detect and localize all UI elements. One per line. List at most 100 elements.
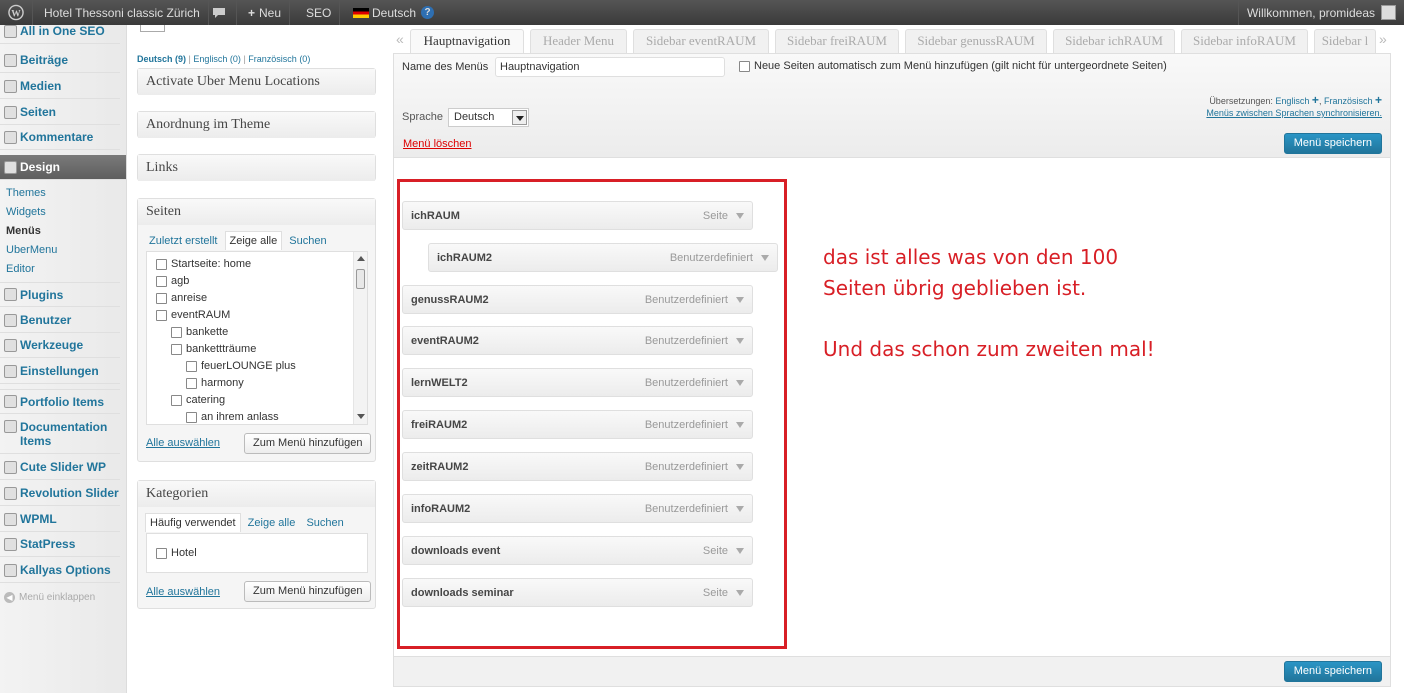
tab-zeige-alle[interactable]: Zeige alle (244, 514, 300, 532)
add-icon[interactable]: + (1312, 93, 1319, 107)
collapse-menu-button[interactable]: ◀ Menü einklappen (4, 592, 95, 603)
lang-fr-link[interactable]: Französisch (0) (248, 54, 310, 64)
auto-add-pages-option[interactable]: Neue Seiten automatisch zum Menü hinzufü… (739, 60, 1167, 72)
anordnung-box[interactable]: Anordnung im Theme (137, 111, 376, 138)
sidebar-item-design[interactable]: Design (0, 155, 126, 180)
checkbox[interactable] (186, 377, 197, 389)
sidebar-item-benutzer[interactable]: Benutzer (0, 308, 120, 333)
checkbox[interactable] (156, 258, 167, 270)
list-item[interactable]: Hotel (156, 547, 197, 559)
svg-text:W: W (11, 9, 21, 19)
sidebar-item-kallyas-options[interactable]: Kallyas Options (0, 558, 120, 583)
add-pages-to-menu-button[interactable]: Zum Menü hinzufügen (244, 433, 372, 454)
select-all-categories-link[interactable]: Alle auswählen (146, 586, 220, 598)
menu-name-input[interactable]: Hauptnavigation (495, 57, 725, 77)
sidebar-item-werkzeuge[interactable]: Werkzeuge (0, 333, 120, 358)
sidebar-item-einstellungen[interactable]: Einstellungen (0, 359, 120, 384)
list-item[interactable]: bankette (171, 326, 228, 338)
checkbox[interactable] (156, 292, 167, 304)
list-item[interactable]: an ihrem anlass (186, 411, 279, 423)
sidebar-item-cute-slider[interactable]: Cute Slider WP (0, 455, 120, 480)
submenu-widgets[interactable]: Widgets (6, 206, 46, 218)
list-item[interactable]: anreise (156, 292, 207, 304)
language-switcher[interactable]: Deutsch? (345, 0, 442, 25)
checkbox[interactable] (171, 326, 182, 338)
scrollbar[interactable] (353, 252, 367, 424)
scroll-up-arrow-icon[interactable] (357, 256, 365, 261)
lang-de-link[interactable]: Deutsch (9) (137, 54, 186, 64)
sidebar-item-medien[interactable]: Medien (0, 74, 120, 99)
tab-hauptnavigation[interactable]: Hauptnavigation (410, 29, 524, 54)
auto-add-checkbox[interactable] (739, 60, 750, 72)
sidebar-item-beitraege[interactable]: Beiträge (0, 48, 120, 73)
scroll-down-arrow-icon[interactable] (357, 414, 365, 419)
tab-sidebar-inforaum[interactable]: Sidebar infoRAUM (1181, 29, 1308, 53)
tab-sidebar-ichraum[interactable]: Sidebar ichRAUM (1053, 29, 1175, 53)
list-item[interactable]: harmony (186, 377, 244, 389)
tab-sidebar-freiraum[interactable]: Sidebar freiRAUM (775, 29, 899, 53)
checkbox[interactable] (156, 309, 167, 321)
tabs-scroll-left-icon[interactable]: « (396, 31, 404, 47)
submenu-editor[interactable]: Editor (6, 263, 35, 275)
tab-sidebar-l[interactable]: Sidebar l (1314, 29, 1376, 53)
grid-icon (4, 395, 17, 408)
sidebar-item-plugins[interactable]: Plugins (0, 282, 120, 307)
tab-suchen[interactable]: Suchen (285, 232, 330, 250)
uber-menu-locations-box[interactable]: Activate Uber Menu Locations (137, 68, 376, 95)
submenu-themes[interactable]: Themes (6, 187, 46, 199)
select-all-pages-link[interactable]: Alle auswählen (146, 437, 220, 449)
tab-haeufig-verwendet[interactable]: Häufig verwendet (145, 513, 241, 532)
list-item[interactable]: agb (156, 275, 189, 287)
tab-sidebar-genussraum[interactable]: Sidebar genussRAUM (905, 29, 1047, 53)
delete-menu-link[interactable]: Menü löschen (403, 138, 472, 150)
list-item[interactable]: catering (171, 394, 225, 406)
add-categories-to-menu-button[interactable]: Zum Menü hinzufügen (244, 581, 372, 602)
checkbox[interactable] (156, 547, 167, 559)
screen-options-tab[interactable] (140, 25, 165, 32)
lang-en-link[interactable]: Englisch (0) (193, 54, 241, 64)
sidebar-item-statpress[interactable]: StatPress (0, 532, 120, 557)
links-box[interactable]: Links (137, 154, 376, 181)
list-item[interactable]: Startseite: home (156, 258, 251, 270)
list-item[interactable]: bankettträume (171, 343, 256, 355)
sidebar-item-seiten[interactable]: Seiten (0, 100, 120, 125)
checkbox[interactable] (171, 343, 182, 355)
seo-menu[interactable]: SEO (298, 0, 341, 25)
submenu-menues[interactable]: Menüs (6, 225, 41, 237)
checkbox[interactable] (186, 411, 197, 423)
language-select[interactable]: Deutsch (448, 108, 529, 127)
checkbox[interactable] (186, 360, 197, 372)
submenu-ubermenu[interactable]: UberMenu (6, 244, 57, 256)
sync-languages-link[interactable]: Menüs zwischen Sprachen synchronisieren. (1206, 108, 1382, 118)
list-item[interactable]: eventRAUM (156, 309, 230, 321)
tab-header-menu[interactable]: Header Menu (530, 29, 627, 53)
tabs-scroll-right-icon[interactable]: » (1379, 31, 1387, 47)
translation-fr-link[interactable]: Französisch (1324, 96, 1373, 106)
user-account-menu[interactable]: Willkommen, promideas (1237, 0, 1404, 25)
tab-sidebar-eventraum[interactable]: Sidebar eventRAUM (633, 29, 769, 53)
sidebar-item-documentation-items[interactable]: Documentation Items (0, 415, 120, 454)
sidebar-item-revolution-slider[interactable]: Revolution Slider (0, 481, 120, 506)
checkbox[interactable] (171, 394, 182, 406)
sidebar-item-portfolio-items[interactable]: Portfolio Items (0, 389, 120, 414)
add-icon[interactable]: + (1375, 93, 1382, 107)
help-icon[interactable]: ? (421, 6, 435, 19)
tab-suchen[interactable]: Suchen (302, 514, 347, 532)
new-content-button[interactable]: + Neu (240, 0, 291, 25)
comments-icon[interactable] (203, 0, 237, 25)
list-item[interactable]: feuerLOUNGE plus (186, 360, 296, 372)
save-menu-button-bottom[interactable]: Menü speichern (1283, 661, 1382, 682)
save-menu-button[interactable]: Menü speichern (1283, 133, 1382, 154)
sidebar-item-kommentare[interactable]: Kommentare (0, 125, 120, 150)
sidebar-item-all-in-one-seo[interactable]: All in One SEO (0, 25, 120, 44)
wordpress-logo-icon[interactable]: W (0, 0, 33, 25)
site-title-link[interactable]: Hotel Thessoni classic Zürich (36, 0, 209, 25)
scroll-thumb[interactable] (356, 269, 365, 289)
translation-en-link[interactable]: Englisch (1275, 96, 1309, 106)
tab-zuletzt-erstellt[interactable]: Zuletzt erstellt (145, 232, 221, 250)
box-title: Seiten (138, 199, 375, 225)
sidebar-item-wpml[interactable]: WPML (0, 507, 120, 532)
checkbox[interactable] (156, 275, 167, 287)
item-label: catering (186, 394, 226, 406)
tab-zeige-alle[interactable]: Zeige alle (224, 231, 283, 250)
